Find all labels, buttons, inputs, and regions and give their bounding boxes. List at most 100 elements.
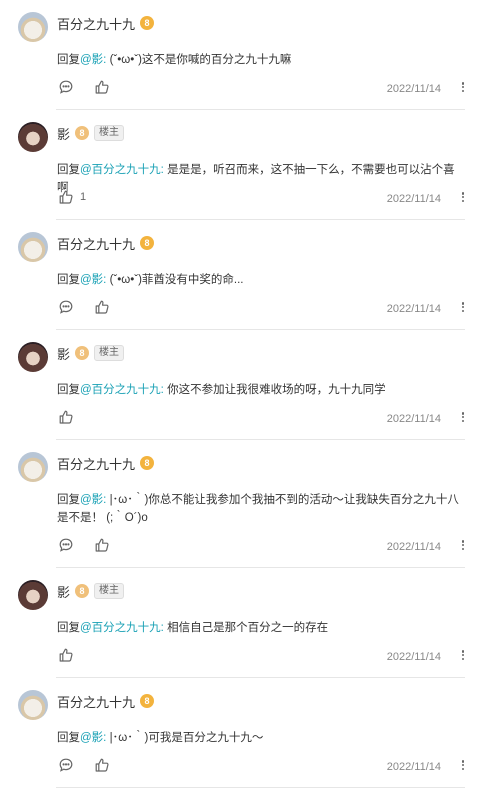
reply-button[interactable] [58,79,74,95]
user-avatar[interactable] [18,452,48,482]
comment-date: 2022/11/14 [386,413,441,425]
user-avatar[interactable] [18,122,48,152]
username[interactable]: 影 [57,344,70,363]
reply-button[interactable] [58,537,74,553]
like-button[interactable]: 1 [58,189,86,205]
user-avatar[interactable] [18,690,48,720]
comment-date: 2022/11/14 [386,193,441,205]
more-options-button[interactable] [459,79,467,95]
like-button[interactable] [58,409,80,425]
more-options-button[interactable] [459,409,467,425]
more-options-button[interactable] [459,299,467,315]
mention-link[interactable]: @百分之九十九: [80,622,164,634]
reply-prefix: 回复 [57,164,80,176]
thumbs-up-icon [94,757,110,773]
reply-prefix: 回复 [57,384,80,396]
level-badge-icon: 8 [75,126,90,140]
comment-header: 百分之九十九 8 [57,13,155,33]
comment-bubble-icon [58,537,74,553]
level-badge-icon: 8 [140,456,155,470]
comment-bubble-icon [58,79,74,95]
comment-header: 百分之九十九 8 [57,233,155,253]
username[interactable]: 影 [57,582,70,601]
comment-bubble-icon [58,757,74,773]
comment-actions: 1 [58,189,86,205]
comment-actions [58,409,80,425]
reply-button[interactable] [58,299,74,315]
comment-body: (ˇ•ω•ˇ)菲酋没有中奖的命... [106,274,244,286]
like-button[interactable] [94,299,116,315]
like-button[interactable] [58,647,80,663]
username[interactable]: 影 [57,124,70,143]
comment-text: 回复@影: |･ω･｀)你总不能让我参加个我抽不到的活动～让我缺失百分之九十八是… [57,491,461,527]
mention-link[interactable]: @影: [80,54,106,66]
comment-actions [58,79,116,95]
like-button[interactable] [94,79,116,95]
reply-prefix: 回复 [57,274,80,286]
thumbs-up-icon [58,189,74,205]
username[interactable]: 百分之九十九 [57,14,135,33]
vertical-ellipsis-icon [461,540,465,550]
comment-date: 2022/11/14 [386,651,441,663]
more-options-button[interactable] [459,647,467,663]
comment-item: 百分之九十九 8 回复@影: |･ω･｀)你总不能让我参加个我抽不到的活动～让我… [0,440,481,568]
username[interactable]: 百分之九十九 [57,234,135,253]
comment-date: 2022/11/14 [386,83,441,95]
comment-header: 影 8 楼主 [57,343,125,363]
vertical-ellipsis-icon [461,302,465,312]
comment-text: 回复@影: (ˇ•ω•ˇ)菲酋没有中奖的命... [57,271,461,289]
level-badge-icon: 8 [140,694,155,708]
comment-body: |･ω･｀)可我是百分之九十九～ [106,732,264,744]
comment-item: 百分之九十九 8 回复@影: (ˇ•ω•ˇ)这不是你喊的百分之九十九嘛 2022… [0,0,481,110]
thumbs-up-icon [94,537,110,553]
like-button[interactable] [94,537,116,553]
comment-text: 回复@影: |･ω･｀)可我是百分之九十九～ [57,729,461,747]
vertical-ellipsis-icon [461,412,465,422]
more-options-button[interactable] [459,537,467,553]
comment-item: 影 8 楼主 回复@百分之九十九: 是是是，听召而来，这不抽一下么，不需要也可以… [0,110,481,220]
mention-link[interactable]: @百分之九十九: [80,164,164,176]
level-badge-icon: 8 [75,346,90,360]
mention-link[interactable]: @影: [80,494,106,506]
comment-actions [58,647,80,663]
reply-prefix: 回复 [57,54,80,66]
comment-actions [58,757,116,773]
comment-actions [58,537,116,553]
op-tag: 楼主 [94,583,125,599]
level-badge-icon: 8 [140,16,155,30]
username[interactable]: 百分之九十九 [57,692,135,711]
comment-header: 影 8 楼主 [57,123,125,143]
reply-button[interactable] [58,757,74,773]
mention-link[interactable]: @影: [80,732,106,744]
comment-text: 回复@百分之九十九: 是是是，听召而来，这不抽一下么，不需要也可以沾个喜啊 [57,161,461,197]
comment-text: 回复@百分之九十九: 相信自己是那个百分之一的存在 [57,619,461,637]
comment-body: 相信自己是那个百分之一的存在 [163,622,329,634]
mention-link[interactable]: @影: [80,274,106,286]
more-options-button[interactable] [459,757,467,773]
level-badge-icon: 8 [140,236,155,250]
comment-header: 百分之九十九 8 [57,691,155,711]
like-count: 1 [80,191,87,203]
thumbs-up-icon [94,79,110,95]
reply-prefix: 回复 [57,732,80,744]
user-avatar[interactable] [18,232,48,262]
op-tag: 楼主 [94,125,125,141]
thumbs-up-icon [58,409,74,425]
level-badge-icon: 8 [75,584,90,598]
comment-header: 百分之九十九 8 [57,453,155,473]
like-button[interactable] [94,757,116,773]
comment-date: 2022/11/14 [386,541,441,553]
user-avatar[interactable] [18,580,48,610]
comment-text: 回复@影: (ˇ•ω•ˇ)这不是你喊的百分之九十九嘛 [57,51,461,69]
reply-prefix: 回复 [57,622,80,634]
user-avatar[interactable] [18,342,48,372]
op-tag: 楼主 [94,345,125,361]
comment-date: 2022/11/14 [386,303,441,315]
comment-bubble-icon [58,299,74,315]
comment-item: 百分之九十九 8 回复@影: |･ω･｀)可我是百分之九十九～ 2022/11/… [0,678,481,788]
user-avatar[interactable] [18,12,48,42]
mention-link[interactable]: @百分之九十九: [80,384,164,396]
username[interactable]: 百分之九十九 [57,454,135,473]
more-options-button[interactable] [459,189,467,205]
vertical-ellipsis-icon [461,82,465,92]
